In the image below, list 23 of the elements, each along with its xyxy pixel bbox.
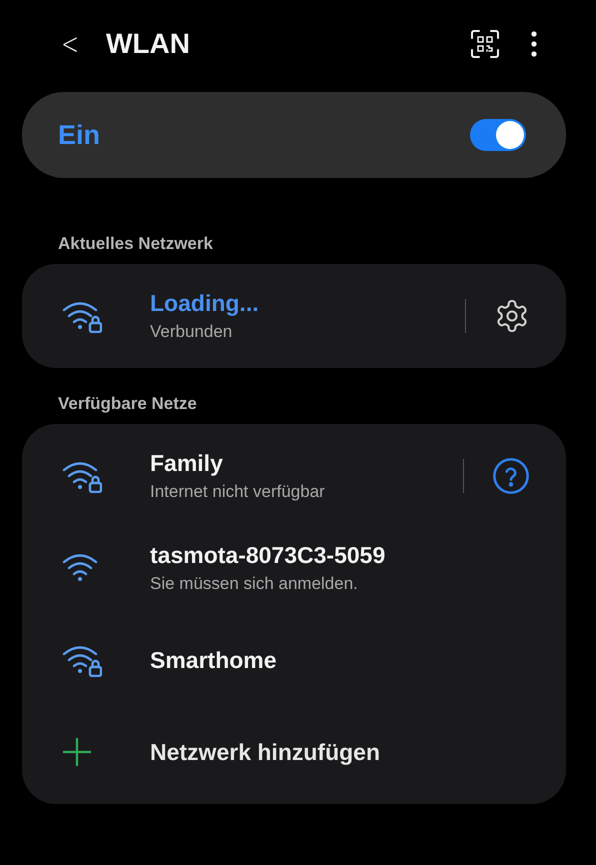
network-name: tasmota-8073C3-5059 xyxy=(150,542,386,569)
network-item[interactable]: Loading... Verbunden xyxy=(22,270,566,362)
network-item[interactable]: Family Internet nicht verfügbar xyxy=(22,430,566,522)
add-network-item[interactable]: Netzwerk hinzufügen xyxy=(22,706,566,798)
page-title: WLAN xyxy=(106,28,191,60)
add-network-label: Netzwerk hinzufügen xyxy=(150,738,382,766)
network-name: Family xyxy=(150,450,224,477)
help-button[interactable] xyxy=(492,457,530,495)
network-status: Internet nicht verfügbar xyxy=(150,482,326,502)
network-status: Sie müssen sich anmelden. xyxy=(150,574,359,594)
network-name: Smarthome xyxy=(150,646,278,674)
network-item[interactable]: Smarthome xyxy=(22,614,566,706)
network-status: Verbunden xyxy=(150,322,234,342)
wifi-state-label: Ein xyxy=(58,120,100,150)
section-heading: Aktuelles Netzwerk xyxy=(58,234,214,254)
plus-icon xyxy=(62,737,92,767)
network-item[interactable]: tasmota-8073C3-5059 Sie müssen sich anmelden. xyxy=(22,522,566,614)
wifi-toggle[interactable] xyxy=(470,119,526,151)
more-options-button[interactable] xyxy=(530,30,538,58)
back-button[interactable]: < xyxy=(61,26,77,62)
network-name: Loading... xyxy=(150,290,260,317)
section-heading: Verfügbare Netze xyxy=(58,394,198,414)
qr-scan-button[interactable] xyxy=(470,29,500,59)
